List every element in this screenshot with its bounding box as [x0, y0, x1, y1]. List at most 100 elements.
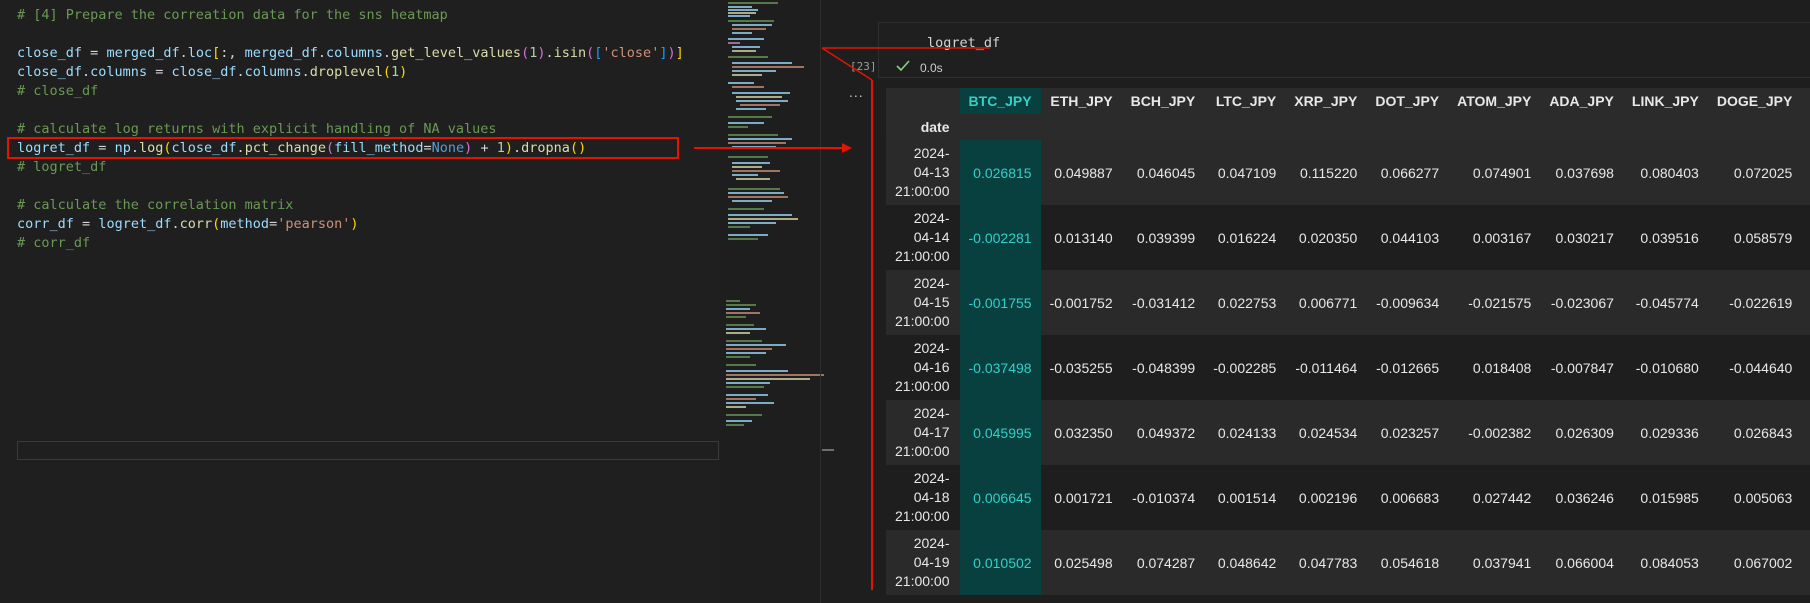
date-part: 04-15 — [913, 294, 950, 310]
table-cell[interactable]: 0.001514 — [1204, 465, 1285, 530]
column-header[interactable]: ATOM_JPY — [1448, 88, 1541, 114]
table-cell[interactable]: 0.018408 — [1448, 335, 1540, 400]
column-header[interactable]: BTC_JPY — [959, 88, 1041, 114]
table-cell[interactable]: -0.021575 — [1448, 270, 1540, 335]
date-part: 21:00:00 — [895, 378, 950, 394]
table-cell[interactable]: 0.12126 — [1801, 140, 1810, 205]
table-cell[interactable]: 0.005063 — [1708, 465, 1801, 530]
table-cell[interactable]: 0.072025 — [1708, 140, 1801, 205]
table-cell[interactable]: 0.016224 — [1204, 205, 1285, 270]
table-cell[interactable]: 0.048642 — [1204, 530, 1285, 595]
table-cell[interactable]: -0.01406 — [1801, 270, 1810, 335]
column-header[interactable]: BCH_JPY — [1121, 88, 1205, 114]
table-cell[interactable]: -0.045774 — [1623, 270, 1708, 335]
table-cell[interactable]: 0.039516 — [1623, 205, 1708, 270]
table-cell[interactable]: -0.037498 — [959, 335, 1041, 400]
table-cell[interactable]: 0.026843 — [1708, 400, 1801, 465]
table-cell[interactable]: -0.023067 — [1540, 270, 1623, 335]
date-part: 21:00:00 — [895, 508, 950, 524]
column-header[interactable]: LTC_JPY — [1204, 88, 1286, 114]
table-cell[interactable]: 0.066277 — [1366, 140, 1448, 205]
table-cell[interactable]: -0.012665 — [1366, 335, 1448, 400]
table-cell[interactable]: 0.015985 — [1623, 465, 1708, 530]
column-header[interactable]: DOGE_JPY — [1707, 88, 1802, 114]
table-cell[interactable]: 0.05438 — [1801, 530, 1810, 595]
table-cell[interactable]: -0.002281 — [959, 205, 1041, 270]
table-cell[interactable]: 0.024133 — [1204, 400, 1285, 465]
table-cell[interactable]: -0.007847 — [1540, 335, 1623, 400]
table-cell[interactable]: 0.029336 — [1623, 400, 1708, 465]
table-cell[interactable]: 0.024534 — [1285, 400, 1366, 465]
table-cell[interactable]: 0.006683 — [1366, 465, 1448, 530]
table-cell[interactable]: -0.001752 — [1041, 270, 1122, 335]
table-cell[interactable]: 0.025498 — [1041, 530, 1122, 595]
code-comment: # logret_df — [17, 159, 107, 175]
table-cell[interactable]: 0.032350 — [1041, 400, 1122, 465]
table-cell[interactable]: 0.026815 — [959, 140, 1041, 205]
table-cell[interactable]: -0.044640 — [1708, 335, 1801, 400]
table-cell[interactable]: 0.003167 — [1448, 205, 1540, 270]
table-cell[interactable]: -0.048399 — [1122, 335, 1205, 400]
table-cell[interactable]: 0.044103 — [1366, 205, 1448, 270]
table-cell[interactable]: 0.074287 — [1122, 530, 1205, 595]
column-header[interactable]: ETH_JPY — [1040, 88, 1122, 114]
table-cell[interactable]: 0.013140 — [1041, 205, 1122, 270]
table-cell[interactable]: 0.037698 — [1540, 140, 1623, 205]
table-cell[interactable]: 0.066004 — [1540, 530, 1623, 595]
table-cell[interactable]: 0.04571 — [1801, 400, 1810, 465]
table-cell[interactable]: 0.039399 — [1122, 205, 1205, 270]
table-cell[interactable]: -0.03385 — [1801, 205, 1810, 270]
table-cell[interactable]: 0.002196 — [1285, 465, 1366, 530]
table-cell[interactable]: -0.002382 — [1448, 400, 1540, 465]
table-cell[interactable]: -0.009634 — [1366, 270, 1448, 335]
table-cell[interactable]: 0.02121 — [1801, 465, 1810, 530]
table-cell[interactable]: -0.010374 — [1122, 465, 1205, 530]
scrollbar-thumb[interactable] — [822, 449, 834, 451]
table-cell[interactable]: 0.045995 — [959, 400, 1041, 465]
column-header[interactable]: XRP_JPY — [1285, 88, 1367, 114]
table-cell[interactable]: 0.058579 — [1708, 205, 1801, 270]
table-cell[interactable]: 0.054618 — [1366, 530, 1448, 595]
table-cell[interactable]: 0.010502 — [959, 530, 1041, 595]
empty-code-cell[interactable] — [17, 441, 719, 460]
column-header[interactable]: DOT_JPY — [1366, 88, 1449, 114]
code-editor[interactable]: # [4] Prepare the correation data for th… — [0, 0, 720, 603]
table-cell[interactable]: 0.001721 — [1041, 465, 1122, 530]
table-cell[interactable]: 0.115220 — [1285, 140, 1366, 205]
column-header[interactable]: ADA_JPY — [1540, 88, 1623, 114]
table-cell[interactable]: 0.006771 — [1285, 270, 1366, 335]
date-part: 21:00:00 — [895, 313, 950, 329]
pane-divider[interactable] — [820, 0, 821, 603]
more-actions-icon[interactable]: ... — [849, 84, 864, 100]
table-cell[interactable]: 0.084053 — [1623, 530, 1708, 595]
table-cell[interactable]: 0.006645 — [959, 465, 1041, 530]
table-cell[interactable]: 0.067002 — [1708, 530, 1801, 595]
table-cell[interactable]: -0.002285 — [1204, 335, 1285, 400]
table-cell[interactable]: 0.026309 — [1540, 400, 1623, 465]
table-cell[interactable]: 0.020350 — [1285, 205, 1366, 270]
table-cell[interactable]: -0.022619 — [1708, 270, 1801, 335]
table-cell[interactable]: 0.080403 — [1623, 140, 1708, 205]
table-cell[interactable]: 0.074901 — [1448, 140, 1540, 205]
table-cell[interactable]: 0.030217 — [1540, 205, 1623, 270]
table-cell[interactable]: 0.047783 — [1285, 530, 1366, 595]
table-cell[interactable]: -0.011464 — [1285, 335, 1366, 400]
table-cell[interactable]: 0.049887 — [1041, 140, 1122, 205]
column-header[interactable]: SOL_JP — [1801, 88, 1810, 114]
table-cell[interactable]: 0.046045 — [1122, 140, 1205, 205]
table-cell[interactable]: 0.037941 — [1448, 530, 1540, 595]
table-cell[interactable]: 0.047109 — [1204, 140, 1285, 205]
table-cell[interactable]: -0.00202 — [1801, 335, 1810, 400]
table-cell[interactable]: -0.001755 — [959, 270, 1041, 335]
table-cell[interactable]: 0.023257 — [1366, 400, 1448, 465]
table-cell[interactable]: -0.031412 — [1122, 270, 1205, 335]
table-cell[interactable]: 0.049372 — [1122, 400, 1205, 465]
table-cell[interactable]: 0.027442 — [1448, 465, 1540, 530]
column-header[interactable]: LINK_JPY — [1622, 88, 1708, 114]
table-cell[interactable]: -0.010680 — [1623, 335, 1708, 400]
table-cell[interactable]: -0.035255 — [1041, 335, 1122, 400]
table-cell[interactable]: 0.036246 — [1540, 465, 1623, 530]
minimap[interactable] — [726, 0, 826, 470]
code-cell[interactable]: logret_df — [878, 22, 1810, 78]
table-cell[interactable]: 0.022753 — [1204, 270, 1285, 335]
